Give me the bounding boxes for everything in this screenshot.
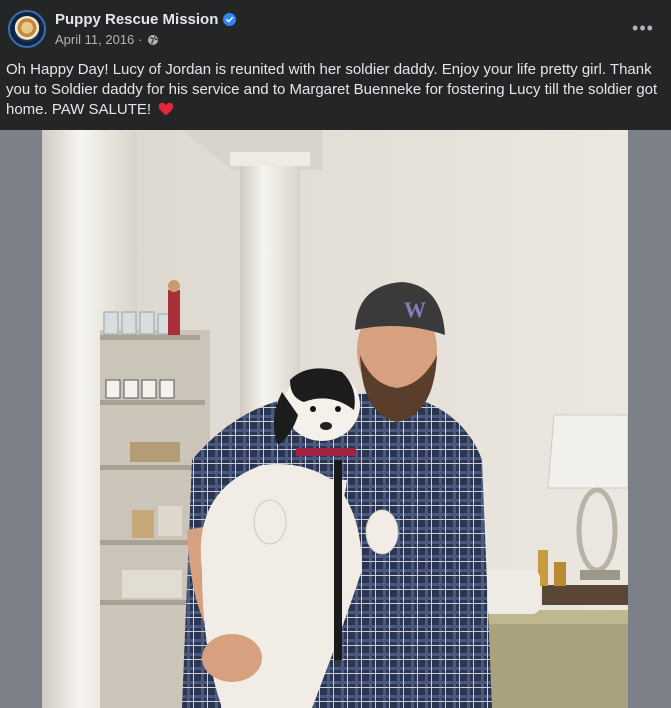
meta-separator: · — [138, 32, 143, 47]
verified-badge-icon — [223, 13, 237, 26]
post-meta: April 11, 2016 · — [55, 32, 159, 47]
figurine — [168, 290, 180, 335]
page-logo — [14, 16, 40, 42]
post-message: Oh Happy Day! Lucy of Jordan is reunited… — [6, 61, 658, 118]
globe-icon[interactable] — [147, 34, 159, 46]
shelf-2 — [100, 400, 205, 405]
dog-nose — [320, 422, 332, 430]
page-name-link[interactable]: Puppy Rescue Mission — [55, 11, 237, 28]
dog-collar — [296, 448, 356, 456]
page-name[interactable]: Puppy Rescue Mission — [55, 11, 218, 28]
glassware — [103, 311, 177, 335]
post-media[interactable]: W — [0, 130, 671, 708]
lamp-shade — [547, 414, 628, 489]
books — [130, 442, 180, 462]
post-header: Puppy Rescue Mission April 11, 2016 · ••… — [0, 0, 671, 56]
post-text: Oh Happy Day! Lucy of Jordan is reunited… — [6, 60, 662, 120]
heart-emoji-icon — [158, 102, 174, 116]
page-avatar[interactable] — [8, 10, 46, 48]
pillow — [482, 570, 540, 614]
post-photo[interactable]: W — [42, 130, 628, 708]
more-options-icon: ••• — [632, 17, 654, 38]
leash — [334, 460, 342, 660]
man-hand — [202, 634, 262, 682]
column-capital — [230, 152, 310, 166]
more-options-button[interactable]: ••• — [629, 14, 657, 42]
side-table — [542, 585, 628, 605]
post-date[interactable]: April 11, 2016 — [55, 32, 134, 47]
shelf-1 — [100, 335, 200, 340]
photo-illustration: W — [42, 130, 628, 708]
cap-logo: W — [404, 297, 426, 322]
